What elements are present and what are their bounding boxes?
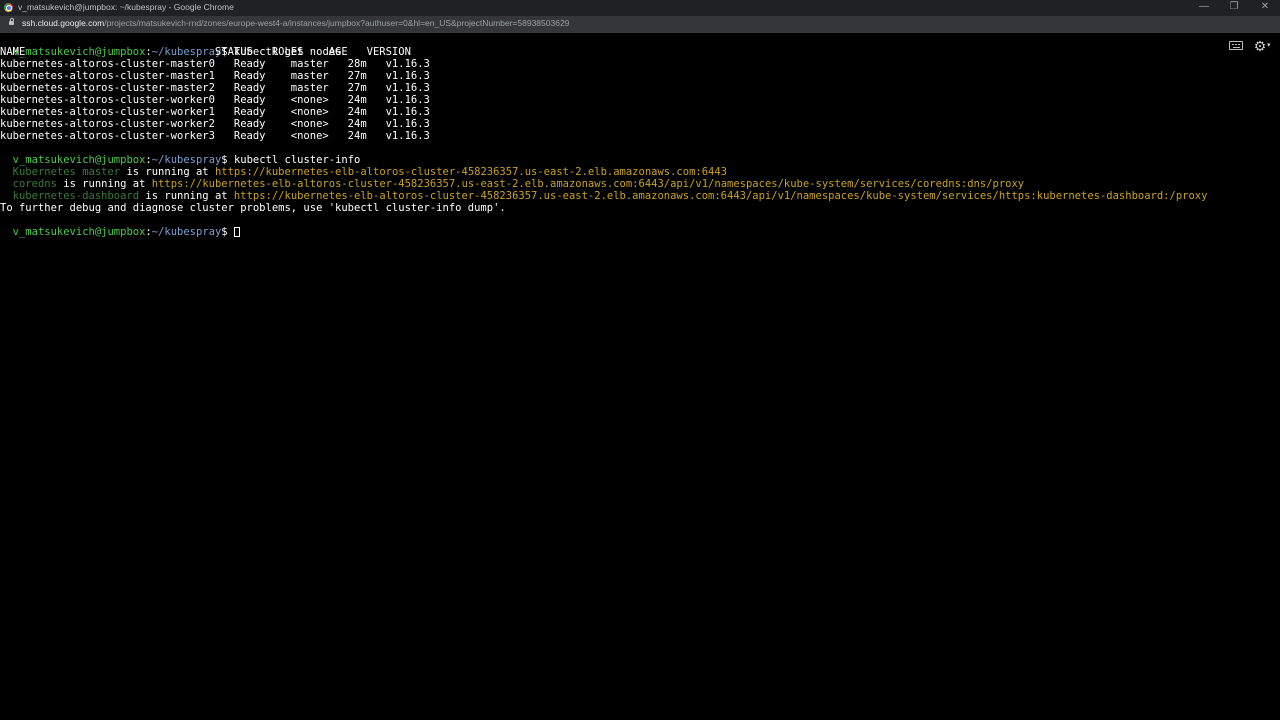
terminal-cursor[interactable] [233, 227, 240, 237]
node-row: kubernetes-altoros-cluster-worker1 Ready… [0, 106, 430, 118]
prompt-user: v_matsukevich@jumpbox [12, 226, 146, 238]
node-row: kubernetes-altoros-cluster-master0 Ready… [0, 58, 430, 70]
url-display[interactable]: ssh.cloud.google.com/projects/matsukevic… [22, 18, 569, 28]
prompt-dollar: $ [221, 226, 234, 238]
close-button[interactable]: ✕ [1250, 0, 1280, 16]
prompt-path: ~/kubespray [151, 226, 222, 238]
url-host: ssh.cloud.google.com [22, 18, 105, 28]
nodes-table-header: NAME STATUS ROLES AGE VERSION [0, 46, 411, 58]
url-path: /projects/matsukevich-rnd/zones/europe-w… [104, 18, 570, 28]
node-row: kubernetes-altoros-cluster-worker3 Ready… [0, 130, 430, 142]
window-title: v_matsukevich@jumpbox: ~/kubespray - Goo… [18, 2, 234, 12]
service-name: kubernetes-dashboard [12, 190, 140, 202]
service-text: is running at [139, 190, 234, 202]
debug-hint: To further debug and diagnose cluster pr… [0, 202, 506, 214]
keyboard-icon[interactable] [1229, 41, 1243, 50]
node-row: kubernetes-altoros-cluster-worker0 Ready… [0, 94, 430, 106]
node-row: kubernetes-altoros-cluster-master1 Ready… [0, 70, 430, 82]
node-row: kubernetes-altoros-cluster-master2 Ready… [0, 82, 430, 94]
lock-icon [9, 18, 14, 25]
chevron-down-icon[interactable]: ▾ [1267, 41, 1271, 49]
terminal-line: v_matsukevich@jumpbox:~/kubespray$ [0, 214, 240, 238]
cluster-info-line: kubernetes-dashboard is running at https… [0, 178, 1208, 202]
cluster-info-line: coredns is running at https://kubernetes… [0, 166, 1024, 190]
gear-icon[interactable]: ⚙ [1253, 39, 1267, 53]
terminal-line: v_matsukevich@jumpbox:~/kubespray$ kubec… [0, 34, 342, 58]
service-url[interactable]: https://kubernetes-elb-altoros-cluster-4… [234, 190, 1208, 202]
cluster-info-line: Kubernetes master is running at https://… [0, 154, 727, 178]
chrome-logo-icon [4, 3, 13, 12]
terminal-line: v_matsukevich@jumpbox:~/kubespray$ kubec… [0, 142, 361, 166]
restore-button[interactable]: ❐ [1219, 0, 1249, 16]
minimize-button[interactable]: — [1189, 0, 1219, 16]
window-titlebar: v_matsukevich@jumpbox: ~/kubespray - Goo… [0, 0, 1280, 16]
node-row: kubernetes-altoros-cluster-worker2 Ready… [0, 118, 430, 130]
